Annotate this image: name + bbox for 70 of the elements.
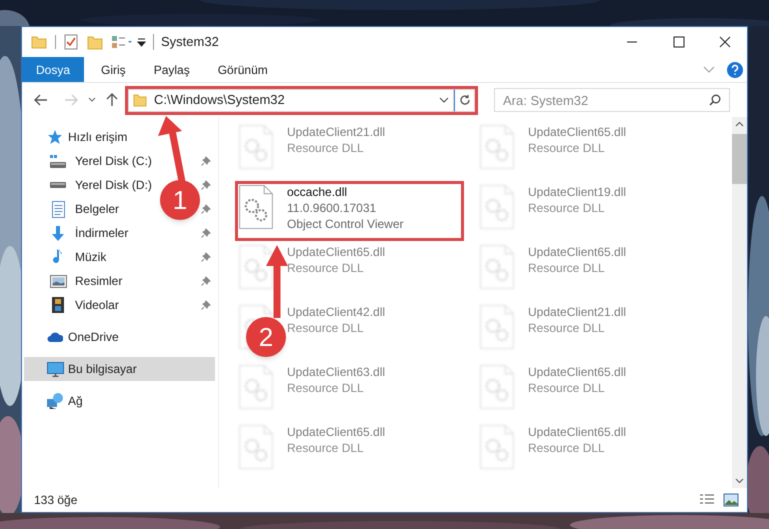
sidebar-item[interactable]: İndirmeler [24, 221, 132, 245]
sidebar-item[interactable]: Yerel Disk (C:) [24, 149, 156, 173]
file-item[interactable]: UpdateClient21.dll Resource DLL [287, 124, 386, 156]
pin-icon[interactable] [201, 156, 211, 166]
ribbon-tab[interactable]: Paylaş [142, 57, 201, 82]
pin-icon[interactable] [201, 252, 211, 262]
scroll-up-icon[interactable] [735, 121, 744, 127]
drive-icon [50, 182, 66, 188]
sidebar-item[interactable]: Müzik [24, 245, 110, 269]
dropdown-icon[interactable] [439, 97, 449, 103]
view-options-icon[interactable] [111, 35, 133, 49]
sidebar-item[interactable]: Ağ [24, 389, 87, 413]
recent-locations-icon[interactable] [88, 97, 96, 103]
pin-icon[interactable] [201, 276, 211, 286]
refresh-button[interactable] [454, 88, 475, 112]
file-item[interactable]: UpdateClient65.dll Resource DLL [528, 244, 626, 276]
scrollbar[interactable] [732, 117, 747, 488]
network-icon [47, 393, 63, 409]
sidebar-item[interactable]: Bu bilgisayar [24, 357, 215, 381]
film-icon [52, 297, 64, 313]
file-item[interactable]: UpdateClient65.dll Resource DLL [287, 244, 386, 276]
file-item[interactable]: occache.dll 11.0.9600.17031 Object Control Viewer [287, 184, 404, 232]
sidebar-item[interactable]: Belgeler [24, 197, 124, 221]
pin-icon[interactable] [201, 180, 211, 190]
address-path: C:\Windows\System32 [154, 91, 285, 110]
star-icon [47, 130, 63, 144]
address-field[interactable]: C:\Windows\System32 [128, 88, 454, 112]
file-item[interactable]: UpdateClient65.dll Resource DLL [528, 124, 626, 156]
ribbon-tab[interactable]: Görünüm [206, 57, 279, 82]
file-item[interactable]: UpdateClient63.dll Resource DLL [287, 364, 386, 396]
file-item[interactable]: UpdateClient21.dll Resource DLL [528, 304, 626, 336]
pin-icon[interactable] [201, 204, 211, 214]
sidebar-item[interactable]: Yerel Disk (D:) [24, 173, 156, 197]
ribbon-tab[interactable]: Giriş [90, 57, 137, 82]
large-icons-view-icon[interactable] [723, 493, 739, 507]
file-item[interactable]: UpdateClient65.dll Resource DLL [528, 424, 626, 456]
cloud-icon [47, 332, 63, 342]
folder-icon [133, 93, 147, 107]
search-icon[interactable] [709, 94, 721, 106]
sidebar-item[interactable]: Hızlı erişim [24, 125, 132, 149]
sidebar-item[interactable]: OneDrive [24, 325, 123, 349]
download-icon [52, 226, 64, 240]
pin-icon[interactable] [201, 300, 211, 310]
search-field[interactable]: Ara: System32 [494, 88, 730, 112]
up-icon[interactable] [106, 93, 118, 107]
back-icon[interactable] [34, 94, 48, 106]
music-note-icon [53, 248, 63, 266]
customize-toolbar-icon[interactable] [137, 38, 146, 46]
close-icon[interactable] [719, 36, 731, 48]
properties-icon[interactable] [64, 34, 78, 50]
sidebar-item[interactable]: Videolar [24, 293, 123, 317]
scroll-down-icon[interactable] [735, 478, 744, 484]
help-icon[interactable] [727, 62, 743, 78]
window-title: System32 [161, 33, 219, 52]
item-count: 133 öğe [34, 492, 78, 509]
file-item[interactable]: UpdateClient19.dll Resource DLL [528, 184, 626, 216]
expand-ribbon-icon[interactable] [703, 66, 715, 74]
sidebar-item[interactable]: Resimler [24, 269, 126, 293]
pin-icon[interactable] [201, 228, 211, 238]
file-item[interactable]: UpdateClient42.dll Resource DLL [287, 304, 386, 336]
file-item[interactable]: UpdateClient65.dll Resource DLL [287, 424, 386, 456]
file-menu-tab[interactable]: Dosya [22, 57, 84, 82]
file-item[interactable]: UpdateClient65.dll Resource DLL [528, 364, 626, 396]
picture-icon [50, 274, 66, 288]
document-icon [52, 200, 64, 218]
drive-icon [50, 154, 66, 168]
computer-icon [46, 362, 64, 376]
refresh-icon [458, 94, 470, 106]
scrollbar-thumb[interactable] [732, 134, 747, 184]
maximize-icon[interactable] [673, 36, 685, 48]
